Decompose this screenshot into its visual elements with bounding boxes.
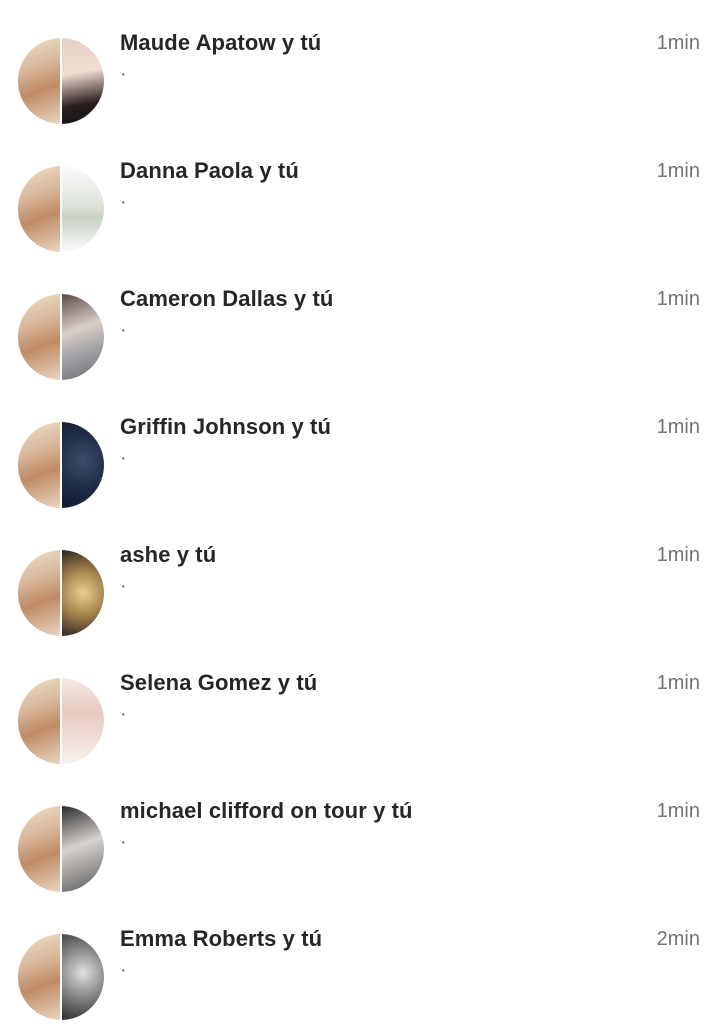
- avatar-contact: [62, 934, 104, 1020]
- avatar-contact: [62, 38, 104, 124]
- group-avatar: [18, 678, 104, 764]
- conversation-title: Emma Roberts y tú: [120, 926, 323, 951]
- group-avatar: [18, 166, 104, 252]
- message-preview: ·: [120, 959, 127, 981]
- conversation-row[interactable]: Maude Apatow y tú · 1min: [0, 0, 720, 128]
- conversation-row[interactable]: Griffin Johnson y tú · 1min: [0, 384, 720, 512]
- message-preview: ·: [120, 447, 127, 469]
- avatar-self: [18, 422, 60, 508]
- timestamp: 1min: [656, 800, 700, 822]
- avatar-self: [18, 294, 60, 380]
- avatar-contact: [62, 678, 104, 764]
- avatar-self: [18, 678, 60, 764]
- group-avatar: [18, 806, 104, 892]
- message-preview: ·: [120, 319, 127, 341]
- conversation-title: Danna Paola y tú: [120, 158, 299, 183]
- message-preview: ·: [120, 191, 127, 213]
- timestamp: 1min: [656, 288, 700, 310]
- avatar-self: [18, 38, 60, 124]
- avatar-self: [18, 550, 60, 636]
- conversation-row[interactable]: michael clifford on tour y tú · 1min: [0, 768, 720, 896]
- group-avatar: [18, 934, 104, 1020]
- timestamp: 1min: [656, 416, 700, 438]
- avatar-contact: [62, 294, 104, 380]
- group-avatar: [18, 422, 104, 508]
- avatar-self: [18, 934, 60, 1020]
- conversation-title: Griffin Johnson y tú: [120, 414, 331, 439]
- group-avatar: [18, 550, 104, 636]
- conversation-row[interactable]: Cameron Dallas y tú · 1min: [0, 256, 720, 384]
- message-preview: ·: [120, 575, 127, 597]
- conversation-row[interactable]: Danna Paola y tú · 1min: [0, 128, 720, 256]
- group-avatar: [18, 294, 104, 380]
- avatar-contact: [62, 550, 104, 636]
- avatar-contact: [62, 422, 104, 508]
- message-preview: ·: [120, 703, 127, 725]
- conversation-row[interactable]: Emma Roberts y tú · 2min: [0, 896, 720, 1024]
- conversation-row[interactable]: Selena Gomez y tú · 1min: [0, 640, 720, 768]
- conversation-title: Cameron Dallas y tú: [120, 286, 334, 311]
- conversation-row[interactable]: ashe y tú · 1min: [0, 512, 720, 640]
- conversation-title: Selena Gomez y tú: [120, 670, 318, 695]
- timestamp: 1min: [656, 32, 700, 54]
- conversation-title: Maude Apatow y tú: [120, 30, 322, 55]
- conversation-list: Maude Apatow y tú · 1min Danna Paola y t…: [0, 0, 720, 1024]
- timestamp: 1min: [656, 672, 700, 694]
- conversation-title: ashe y tú: [120, 542, 217, 567]
- avatar-self: [18, 806, 60, 892]
- avatar-contact: [62, 166, 104, 252]
- message-preview: ·: [120, 831, 127, 853]
- avatar-self: [18, 166, 60, 252]
- message-preview: ·: [120, 63, 127, 85]
- conversation-title: michael clifford on tour y tú: [120, 798, 413, 823]
- avatar-contact: [62, 806, 104, 892]
- timestamp: 2min: [656, 928, 700, 950]
- timestamp: 1min: [656, 160, 700, 182]
- timestamp: 1min: [656, 544, 700, 566]
- group-avatar: [18, 38, 104, 124]
